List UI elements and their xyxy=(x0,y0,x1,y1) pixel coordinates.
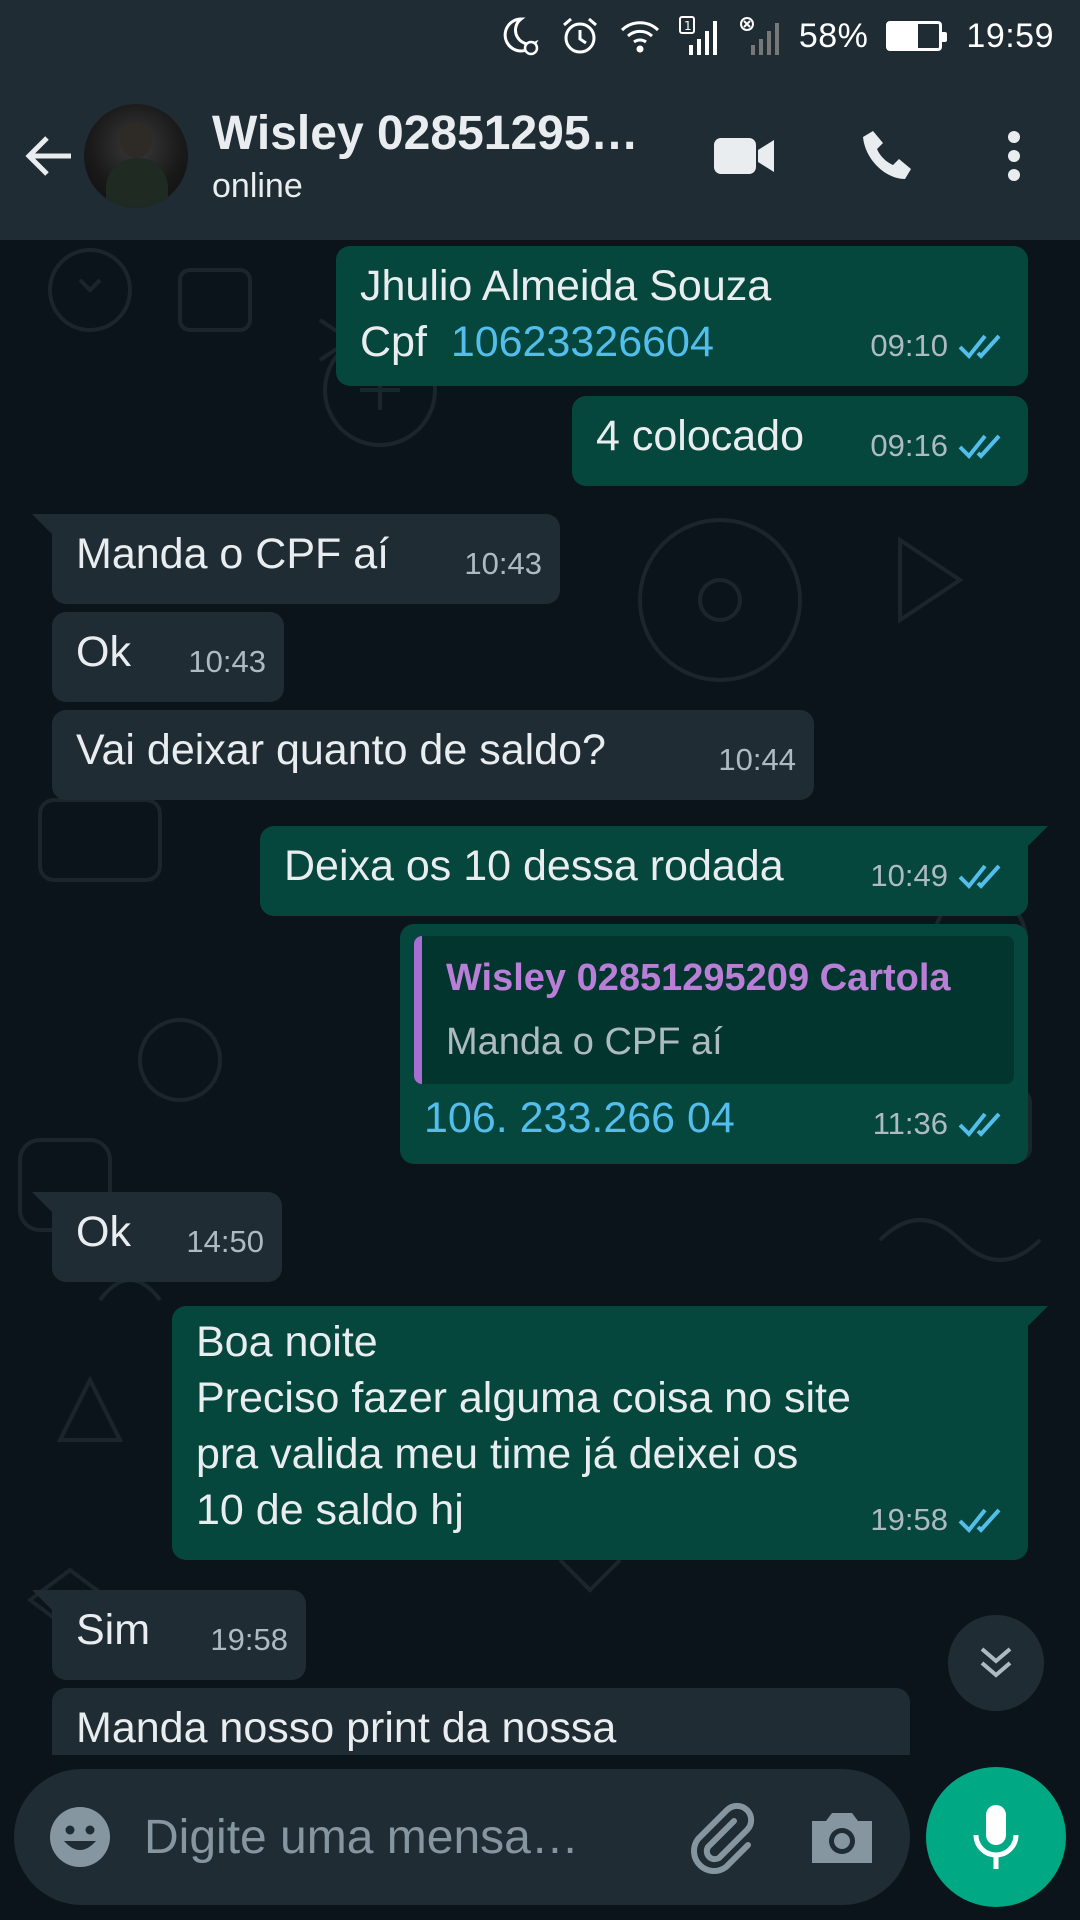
message-meta: 11:36 xyxy=(873,1096,1010,1152)
back-arrow-icon[interactable] xyxy=(14,121,84,191)
message-outgoing[interactable]: Deixa os 10 dessa rodada 10:49 xyxy=(260,826,1048,916)
message-time: 09:10 xyxy=(870,328,948,363)
mic-icon xyxy=(973,1805,1019,1869)
video-call-icon[interactable] xyxy=(704,116,784,196)
message-meta: 10:43 xyxy=(188,634,266,690)
message-time: 10:43 xyxy=(188,644,266,679)
message-outgoing-reply[interactable]: Wisley 02851295209 Cartola Manda o CPF a… xyxy=(400,924,1028,1164)
message-outgoing[interactable]: 4 colocado 09:16 xyxy=(572,396,1028,486)
contact-name: Wisley 02851295… xyxy=(212,107,639,160)
message-incoming[interactable]: Manda nosso print da nossa xyxy=(52,1688,910,1755)
mic-button[interactable] xyxy=(926,1767,1066,1907)
moon-alarm-icon xyxy=(499,15,541,57)
signal-sim2-off-icon xyxy=(739,15,781,57)
message-incoming[interactable]: Sim 19:58 xyxy=(32,1590,306,1680)
message-text: Jhulio Almeida Souza xyxy=(360,262,772,310)
camera-icon[interactable] xyxy=(804,1799,880,1875)
more-options-icon[interactable] xyxy=(974,116,1054,196)
message-time: 09:16 xyxy=(870,428,948,463)
battery-icon xyxy=(886,21,948,51)
alarm-clock-icon xyxy=(559,15,601,57)
quote-bar xyxy=(414,936,422,1084)
message-incoming[interactable]: Manda o CPF aí 10:43 xyxy=(32,514,560,604)
message-input[interactable] xyxy=(144,1799,644,1875)
message-time: 10:43 xyxy=(464,546,542,581)
voice-call-icon[interactable] xyxy=(848,116,928,196)
double-chevron-down-icon xyxy=(980,1647,1012,1678)
contact-status: online xyxy=(212,167,303,205)
wifi-icon xyxy=(619,15,661,57)
message-text: Vai deixar quanto de saldo? xyxy=(76,726,606,774)
message-text-prefix: Cpf xyxy=(360,318,451,366)
message-outgoing[interactable]: Jhulio Almeida Souza Cpf 10623326604 09:… xyxy=(336,246,1028,386)
clock: 19:59 xyxy=(966,16,1054,55)
message-time: 10:44 xyxy=(718,742,796,777)
double-check-icon xyxy=(958,864,1001,889)
message-meta: 19:58 xyxy=(210,1612,288,1668)
message-incoming[interactable]: Vai deixar quanto de saldo? 10:44 xyxy=(52,710,814,800)
message-time: 10:49 xyxy=(870,858,948,893)
message-composer xyxy=(14,1769,910,1905)
message-meta: 09:10 xyxy=(870,318,1010,374)
quote-author: Wisley 02851295209 Cartola xyxy=(446,957,951,999)
message-time: 19:58 xyxy=(870,1502,948,1537)
chat-area[interactable]: Jhulio Almeida Souza Cpf 10623326604 09:… xyxy=(0,240,1080,1755)
message-text: Manda nosso print da nossa xyxy=(76,1704,617,1752)
battery-percentage: 58% xyxy=(798,16,869,55)
composer-bar xyxy=(0,1755,1080,1920)
message-meta: 10:44 xyxy=(718,732,796,788)
contact-info[interactable]: Wisley 02851295… online xyxy=(212,106,692,206)
double-check-icon xyxy=(958,434,1001,459)
svg-text:1: 1 xyxy=(684,19,692,33)
quoted-message[interactable]: Wisley 02851295209 Cartola Manda o CPF a… xyxy=(414,936,1014,1084)
message-meta: 14:50 xyxy=(186,1214,264,1270)
status-bar: 1 58% 19:59 xyxy=(0,0,1080,72)
double-check-icon xyxy=(958,1112,1001,1137)
cpf-link[interactable]: 10623326604 xyxy=(451,318,714,366)
attach-icon[interactable] xyxy=(682,1799,758,1875)
message-time: 14:50 xyxy=(186,1224,264,1259)
double-check-icon xyxy=(958,1508,1001,1533)
message-meta: 19:58 xyxy=(870,1492,1010,1548)
double-check-icon xyxy=(958,334,1001,359)
avatar[interactable] xyxy=(84,104,188,208)
message-outgoing[interactable]: Boa noite Preciso fazer alguma coisa no … xyxy=(172,1306,1048,1560)
message-meta: 10:43 xyxy=(464,536,542,592)
signal-sim1-icon: 1 xyxy=(678,15,721,57)
quote-text: Manda o CPF aí xyxy=(446,1021,723,1063)
message-incoming[interactable]: Ok 10:43 xyxy=(52,612,284,702)
chat-header: Wisley 02851295… online xyxy=(0,72,1080,240)
message-time: 11:36 xyxy=(872,1106,948,1141)
message-meta: 10:49 xyxy=(870,848,1010,904)
scroll-to-bottom-button[interactable] xyxy=(948,1615,1044,1711)
message-meta: 09:16 xyxy=(870,418,1010,474)
message-incoming[interactable]: Ok 14:50 xyxy=(32,1192,282,1282)
message-time: 19:58 xyxy=(210,1622,288,1657)
emoji-icon[interactable] xyxy=(46,1803,114,1871)
